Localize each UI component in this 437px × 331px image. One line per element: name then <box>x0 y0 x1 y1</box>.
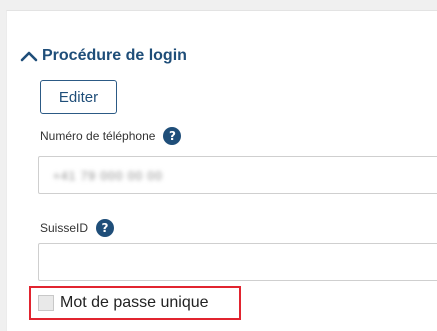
question-mark-icon[interactable]: ? <box>96 219 115 237</box>
one-time-password-option[interactable]: Mot de passe unique <box>38 292 209 314</box>
section-header-login-procedure[interactable]: Procédure de login <box>20 44 187 68</box>
edit-button[interactable]: Editer <box>40 80 117 114</box>
suisseid-field[interactable] <box>38 243 437 281</box>
phone-field-label-row: Numéro de téléphone ? <box>40 127 182 145</box>
phone-number-field[interactable]: +41 79 000 00 00 <box>38 156 437 194</box>
one-time-password-checkbox[interactable] <box>38 295 54 311</box>
question-mark-icon[interactable]: ? <box>163 127 182 145</box>
chevron-up-icon <box>20 51 38 62</box>
one-time-password-label: Mot de passe unique <box>60 294 209 311</box>
phone-number-value: +41 79 000 00 00 <box>53 169 163 183</box>
suisseid-field-label: SuisseID <box>40 221 89 235</box>
section-title: Procédure de login <box>42 47 187 64</box>
suisseid-field-label-row: SuisseID ? <box>40 219 115 237</box>
phone-field-label: Numéro de téléphone <box>40 129 156 143</box>
